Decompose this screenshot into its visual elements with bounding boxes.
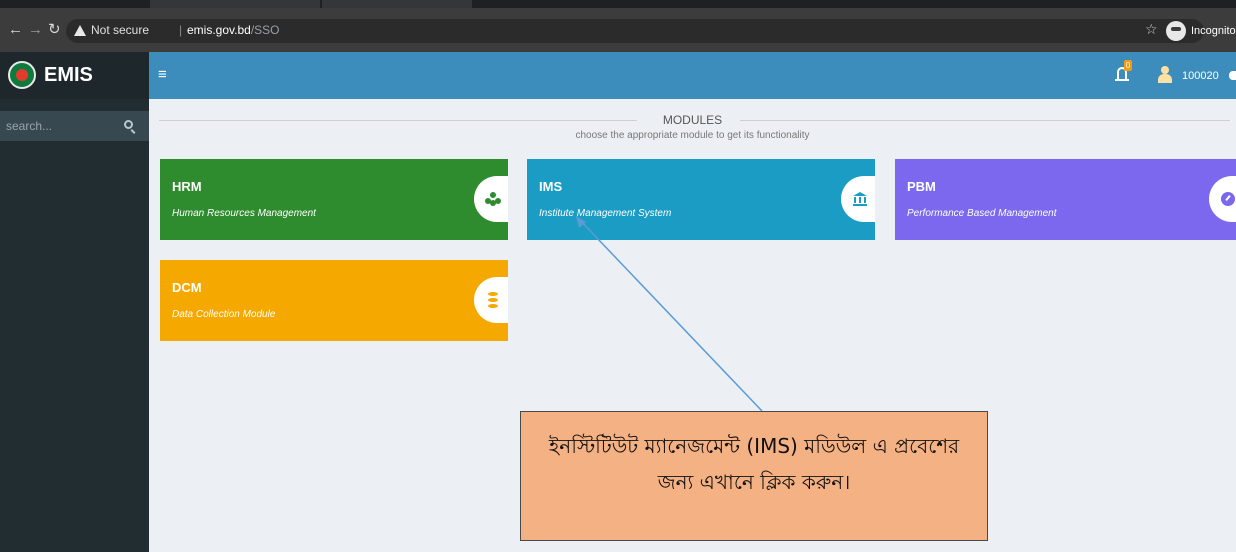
url-text[interactable]: emis.gov.bd/SSO: [187, 23, 280, 37]
user-menu-icon[interactable]: [1229, 71, 1236, 80]
menu-toggle-icon[interactable]: ≡: [158, 67, 167, 82]
module-card-pbm[interactable]: PBM Performance Based Management: [895, 159, 1236, 240]
reload-icon[interactable]: ↻: [48, 21, 61, 39]
browser-tab[interactable]: [150, 0, 320, 8]
incognito-label: Incognito: [1191, 25, 1236, 37]
module-card-ims[interactable]: IMS Institute Management System: [527, 159, 875, 240]
notification-badge: 0: [1124, 60, 1132, 71]
module-icon-badge: [474, 176, 508, 222]
module-card-hrm[interactable]: HRM Human Resources Management: [160, 159, 508, 240]
database-icon: [488, 292, 498, 308]
back-arrow-icon[interactable]: ←: [8, 21, 23, 39]
forward-arrow-icon[interactable]: →: [28, 21, 43, 39]
brand-header[interactable]: EMIS: [0, 52, 149, 99]
module-code: IMS: [539, 179, 563, 194]
institution-icon: [853, 192, 867, 206]
module-name: Human Resources Management: [172, 208, 316, 219]
module-code: HRM: [172, 179, 202, 194]
module-icon-badge: [1209, 176, 1236, 222]
sidebar: EMIS: [0, 52, 149, 552]
url-host: emis.gov.bd: [187, 23, 251, 37]
url-separator: |: [179, 23, 183, 37]
app-name: EMIS: [44, 64, 93, 86]
module-name: Data Collection Module: [172, 309, 276, 320]
annotation-text: ইনস্টিটিউট ম্যানেজমেন্ট (IMS) মডিউল এ প্…: [521, 428, 987, 500]
annotation-callout: ইনস্টিটিউট ম্যানেজমেন্ট (IMS) মডিউল এ প্…: [520, 411, 988, 541]
bookmark-star-icon[interactable]: ☆: [1145, 21, 1158, 38]
annotation-line-1: ইনস্টিটিউট ম্যানেজমেন্ট (IMS) মডিউল এ প্…: [548, 434, 960, 458]
user-avatar-icon[interactable]: [1158, 66, 1172, 83]
module-name: Institute Management System: [539, 208, 672, 219]
module-icon-badge: [841, 176, 875, 222]
top-navbar: ≡ 0 100020: [149, 52, 1236, 99]
annotation-line-2: জন্য এখানে ক্লিক করুন।: [657, 470, 851, 494]
warning-icon: [74, 24, 86, 36]
government-logo-icon: [8, 61, 36, 89]
username[interactable]: 100020: [1182, 70, 1219, 82]
sidebar-search: [0, 111, 149, 141]
browser-tab-strip: [0, 0, 1236, 8]
users-icon: [485, 192, 501, 206]
browser-address-bar: ← → ↻ Not secure | emis.gov.bd/SSO ☆ Inc…: [0, 8, 1236, 52]
security-indicator[interactable]: Not secure: [74, 23, 149, 37]
module-card-dcm[interactable]: DCM Data Collection Module: [160, 260, 508, 341]
security-label: Not secure: [91, 23, 150, 37]
module-code: DCM: [172, 280, 202, 295]
module-name: Performance Based Management: [907, 208, 1057, 219]
module-icon-badge: [474, 277, 508, 323]
search-input[interactable]: [6, 117, 106, 135]
module-code: PBM: [907, 179, 936, 194]
dashboard-icon: [1221, 192, 1235, 206]
incognito-icon: [1166, 21, 1186, 41]
search-icon[interactable]: [124, 120, 133, 129]
url-path: /SSO: [250, 23, 280, 37]
modules-heading: MODULES: [662, 113, 723, 127]
incognito-indicator[interactable]: Incognito: [1166, 20, 1236, 42]
modules-subheading: choose the appropriate module to get its…: [575, 130, 810, 141]
browser-tab[interactable]: [322, 0, 472, 8]
